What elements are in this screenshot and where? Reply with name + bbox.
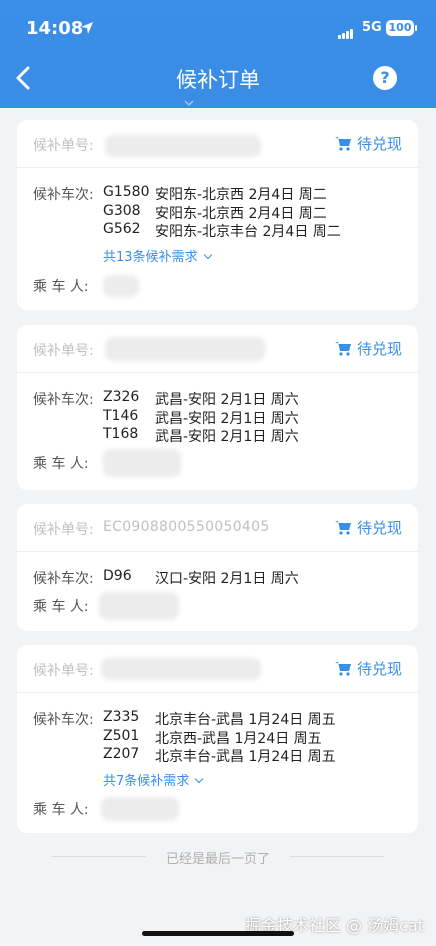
battery-icon: 100 <box>386 20 417 36</box>
status-text: 待兑现 <box>356 135 402 153</box>
train-route: 安阳东-北京丰台 2月4日 周二 <box>155 224 341 240</box>
order-card-header: 候补单号: 待兑现 <box>17 325 418 373</box>
order-no-label: 候补单号: <box>33 663 94 679</box>
status-time: 14:08 <box>26 18 84 39</box>
passenger-label: 乘 车 人: <box>33 802 89 818</box>
order-card[interactable]: 候补单号: 待兑现 候补车次: Z326 武昌-安阳 2月1日 周六 T146 … <box>17 325 418 490</box>
train-route: 北京丰台-武昌 1月24日 周五 <box>155 712 336 728</box>
order-no-label: 候补单号: <box>33 343 94 359</box>
home-indicator[interactable] <box>142 931 294 936</box>
order-card[interactable]: 候补单号: EC0908800550050405 待兑现 候补车次: D96 汉… <box>17 504 418 631</box>
status-bar: 14:08 5G 100 <box>0 14 436 44</box>
redacted-order-no <box>105 135 261 157</box>
more-requests-text: 共13条候补需求 <box>103 250 198 265</box>
location-arrow-icon <box>81 22 93 34</box>
train-code: D96 <box>103 568 132 584</box>
order-no-label: 候补单号: <box>33 138 94 154</box>
trains-label: 候补车次: <box>33 187 94 203</box>
cart-icon <box>334 662 351 676</box>
order-no-label: 候补单号: <box>33 522 94 538</box>
train-code: Z207 <box>103 746 140 762</box>
train-code: T146 <box>103 408 139 424</box>
more-requests-link[interactable]: 共7条候补需求 <box>103 770 204 789</box>
status-badge: 待兑现 <box>334 338 402 359</box>
train-route: 武昌-安阳 2月1日 周六 <box>155 392 299 408</box>
status-text: 待兑现 <box>356 519 402 537</box>
cart-icon <box>334 137 351 151</box>
train-code: G562 <box>103 221 141 237</box>
status-text: 待兑现 <box>356 660 402 678</box>
status-badge: 待兑现 <box>334 658 402 679</box>
train-code: G308 <box>103 203 141 219</box>
end-of-list-text: 已经是最后一页了 <box>165 852 270 867</box>
network-label: 5G <box>362 20 382 35</box>
order-card[interactable]: 候补单号: 待兑现 候补车次: G1580 安阳东-北京西 2月4日 周二 G3… <box>17 120 418 310</box>
redacted-order-no <box>101 658 261 680</box>
more-requests-text: 共7条候补需求 <box>103 774 190 789</box>
status-text: 待兑现 <box>356 340 402 358</box>
page-title: 候补订单 <box>176 68 260 92</box>
train-route: 汉口-安阳 2月1日 周六 <box>155 571 299 587</box>
trains-label: 候补车次: <box>33 712 94 728</box>
train-route: 武昌-安阳 2月1日 周六 <box>155 429 299 445</box>
train-route: 北京丰台-武昌 1月24日 周五 <box>155 749 336 765</box>
signal-icon <box>338 24 354 43</box>
train-code: T168 <box>103 426 139 442</box>
train-route: 武昌-安阳 2月1日 周六 <box>155 411 299 427</box>
cart-icon <box>334 521 351 535</box>
cart-icon <box>334 342 351 356</box>
train-code: Z326 <box>103 389 140 405</box>
chevron-down-icon <box>195 774 204 784</box>
passenger-label: 乘 车 人: <box>33 599 89 615</box>
trains-label: 候补车次: <box>33 392 94 408</box>
train-route: 安阳东-北京西 2月4日 周二 <box>155 206 327 222</box>
more-requests-link[interactable]: 共13条候补需求 <box>103 246 212 265</box>
chevron-down-icon <box>203 250 212 260</box>
redacted-passenger <box>103 275 139 297</box>
order-no-value: EC0908800550050405 <box>103 519 270 535</box>
train-route: 北京西-武昌 1月24日 周五 <box>155 731 322 747</box>
train-code: Z501 <box>103 728 140 744</box>
status-badge: 待兑现 <box>334 517 402 538</box>
order-card-header: 候补单号: 待兑现 <box>17 645 418 693</box>
redacted-passenger <box>101 797 179 821</box>
order-card-header: 候补单号: 待兑现 <box>17 120 418 168</box>
train-route: 安阳东-北京西 2月4日 周二 <box>155 187 327 203</box>
nav-header: 14:08 5G 100 候补订单 ? <box>0 0 436 108</box>
pull-indicator-icon <box>184 100 194 106</box>
redacted-passenger <box>103 449 181 477</box>
trains-label: 候补车次: <box>33 571 94 587</box>
help-icon[interactable]: ? <box>373 66 397 90</box>
order-card[interactable]: 候补单号: 待兑现 候补车次: Z335 北京丰台-武昌 1月24日 周五 Z5… <box>17 645 418 833</box>
redacted-passenger <box>99 592 179 620</box>
status-badge: 待兑现 <box>334 133 402 154</box>
train-code: G1580 <box>103 184 150 200</box>
passenger-label: 乘 车 人: <box>33 456 89 472</box>
passenger-label: 乘 车 人: <box>33 279 89 295</box>
train-code: Z335 <box>103 709 140 725</box>
redacted-order-no <box>105 337 265 361</box>
order-card-header: 候补单号: EC0908800550050405 待兑现 <box>17 504 418 552</box>
